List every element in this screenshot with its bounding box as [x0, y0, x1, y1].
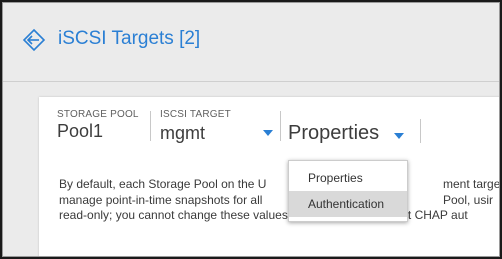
- view-dropdown-menu: Properties Authentication: [288, 160, 408, 222]
- chevron-down-icon[interactable]: [394, 133, 404, 139]
- divider: [420, 119, 421, 143]
- divider: [280, 111, 281, 141]
- description-line: manage point-in-time snapshots for all: [59, 192, 263, 207]
- description-line: Pool, usir: [443, 192, 494, 207]
- iscsi-target-label: ISCSI TARGET: [160, 109, 231, 120]
- app-frame: iSCSI Targets [2] STORAGE POOL Pool1 ISC…: [2, 2, 500, 257]
- diamond-arrow-icon: [22, 28, 46, 52]
- storage-pool-label: STORAGE POOL: [57, 109, 139, 120]
- target-panel: STORAGE POOL Pool1 ISCSI TARGET mgmt Pro…: [39, 97, 500, 256]
- description-line: read-only; you cannot change these value…: [59, 208, 468, 222]
- menu-item-properties[interactable]: Properties: [289, 165, 407, 191]
- storage-pool-value: Pool1: [57, 121, 104, 141]
- description-line: ment targe: [443, 177, 500, 191]
- description-continuation: ment targe Pool, usir: [443, 177, 500, 208]
- divider: [150, 111, 151, 141]
- description-line: By default, each Storage Pool on the U: [59, 177, 267, 191]
- page-header: iSCSI Targets [2]: [3, 3, 499, 82]
- page-title: iSCSI Targets [2]: [58, 28, 201, 49]
- chevron-down-icon[interactable]: [263, 130, 273, 136]
- iscsi-target-value[interactable]: mgmt: [160, 123, 205, 144]
- view-select-value[interactable]: Properties: [288, 122, 379, 145]
- menu-item-authentication[interactable]: Authentication: [289, 191, 407, 217]
- description-text: By default, each Storage Pool on the U m…: [59, 177, 499, 224]
